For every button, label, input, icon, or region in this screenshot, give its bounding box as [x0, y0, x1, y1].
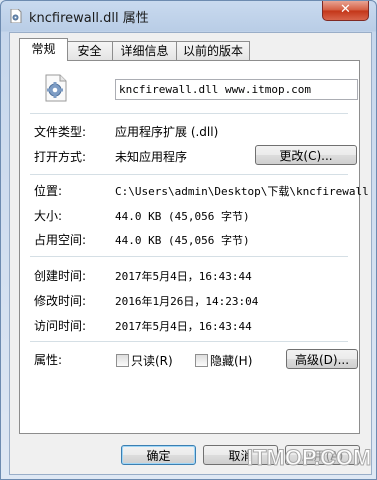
site-watermark: ITMOP.COM: [246, 445, 372, 471]
tab-security[interactable]: 安全: [66, 41, 113, 60]
properties-window: kncfirewall.dll 属性 ✕ 常规 安全 详细信息 以前的版本 kn…: [0, 0, 377, 480]
size-value: 44.0 KB (45,056 字节): [115, 210, 250, 223]
window-title: kncfirewall.dll 属性: [29, 11, 149, 26]
tab-label: 常规: [31, 42, 56, 56]
hidden-checkbox[interactable]: [195, 354, 208, 367]
readonly-label[interactable]: 只读(R): [131, 352, 173, 369]
tab-label: 安全: [77, 44, 102, 58]
location-value: C:\Users\admin\Desktop\下载\kncfirewall: [115, 185, 369, 198]
close-button[interactable]: ✕: [322, 1, 369, 21]
accessed-value: 2017年5月4日，16:43:44: [115, 320, 252, 333]
advanced-button[interactable]: 高级(D)...: [286, 349, 358, 369]
divider: [30, 256, 348, 257]
size-label: 大小:: [34, 209, 63, 223]
modified-label: 修改时间:: [34, 294, 87, 308]
opens-with-label: 打开方式:: [34, 150, 87, 164]
filename-input[interactable]: kncfirewall.dll www.itmop.com: [115, 79, 358, 100]
readonly-checkbox[interactable]: [116, 354, 129, 367]
dll-file-icon: [10, 9, 22, 23]
accessed-label: 访问时间:: [34, 319, 87, 333]
dialog-body: 常规 安全 详细信息 以前的版本 kncfirewall.dll www.itm…: [9, 32, 372, 475]
tab-details[interactable]: 详细信息: [112, 41, 177, 60]
opens-with-value: 未知应用程序: [115, 150, 188, 164]
location-label: 位置:: [34, 184, 63, 198]
modified-value: 2016年1月26日，14:23:04: [115, 295, 259, 308]
attributes-label: 属性:: [34, 353, 63, 367]
close-icon: ✕: [340, 2, 351, 17]
size-on-disk-value: 44.0 KB (45,056 字节): [115, 234, 250, 247]
size-on-disk-label: 占用空间:: [34, 233, 87, 247]
tab-label: 详细信息: [120, 44, 169, 58]
file-type-label: 文件类型:: [34, 125, 87, 139]
divider: [30, 113, 348, 114]
ok-button[interactable]: 确定: [121, 445, 196, 465]
created-value: 2017年5月4日，16:43:44: [115, 270, 252, 283]
hidden-label[interactable]: 隐藏(H): [210, 352, 252, 369]
created-label: 创建时间:: [34, 269, 87, 283]
file-type-value: 应用程序扩展 (.dll): [115, 125, 219, 139]
tab-label: 以前的版本: [182, 44, 243, 58]
dll-file-gear-icon: [45, 74, 67, 102]
tab-previous-versions[interactable]: 以前的版本: [176, 41, 250, 60]
change-button[interactable]: 更改(C)...: [255, 145, 357, 165]
divider: [30, 341, 348, 342]
title-bar[interactable]: kncfirewall.dll 属性 ✕: [1, 1, 376, 31]
general-tab-panel: kncfirewall.dll www.itmop.com 文件类型: 应用程序…: [19, 60, 369, 434]
tab-general[interactable]: 常规: [19, 38, 68, 61]
divider: [30, 174, 348, 175]
